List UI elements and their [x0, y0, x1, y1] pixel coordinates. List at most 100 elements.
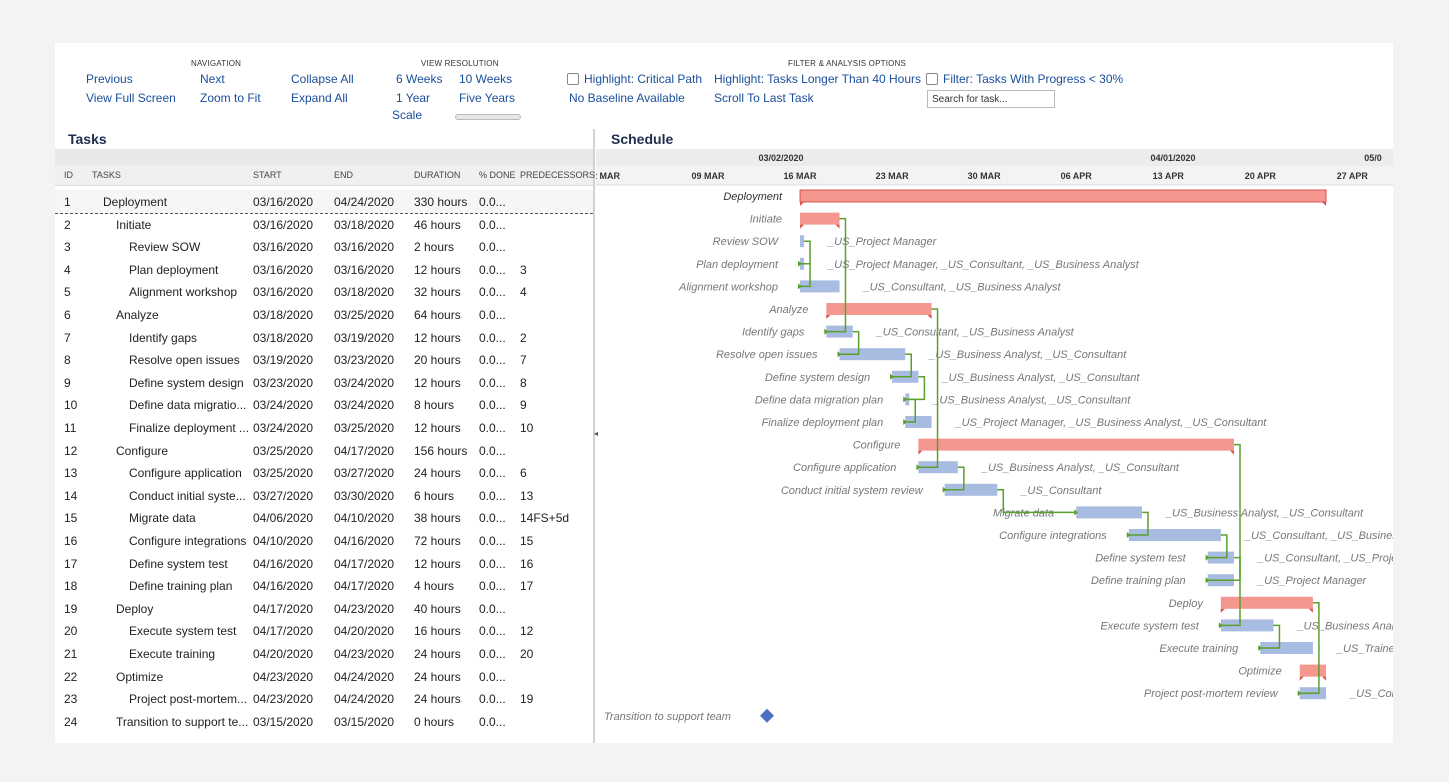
- checkbox-icon[interactable]: [926, 73, 938, 85]
- task-row[interactable]: 24 Transition to support te... 03/15/2020 0…: [55, 710, 593, 733]
- cell-done: 0.0...: [479, 647, 506, 661]
- cell-id: 19: [64, 601, 78, 616]
- bar-label: Identify gaps: [742, 327, 805, 339]
- summary-bar[interactable]: [799, 189, 1327, 203]
- summary-bar[interactable]: [1220, 596, 1313, 609]
- task-row[interactable]: 11 Finalize deployment ... 03/24/2020 03/25…: [55, 416, 593, 439]
- summary-bar[interactable]: [918, 438, 1234, 451]
- cell-task-name: Transition to support te...: [116, 714, 249, 729]
- summary-bar-start-marker: [1220, 608, 1225, 613]
- scale-label: Scale: [392, 108, 423, 122]
- summary-bar[interactable]: [826, 303, 932, 315]
- week-label: 06 APR: [1061, 171, 1093, 181]
- cell-task-name: Analyze: [116, 308, 159, 322]
- cell-predecessors: 12: [520, 624, 534, 639]
- task-row[interactable]: 17 Define system test 04/16/2020 04/17/2020…: [55, 552, 593, 575]
- cell-duration: 24 hours: [414, 647, 461, 661]
- task-row[interactable]: 13 Configure application 03/25/2020 03/27/2…: [55, 461, 593, 484]
- highlight-critical-path-toggle[interactable]: Highlight: Critical Path: [567, 72, 702, 86]
- task-row[interactable]: 18 Define training plan 04/16/2020 04/17/20…: [55, 574, 593, 597]
- cell-id: 21: [64, 647, 78, 661]
- cell-duration: 156 hours: [414, 443, 468, 458]
- task-row[interactable]: 16 Configure integrations 04/10/2020 04/16/…: [55, 529, 593, 552]
- resource-label: _US_Business Analyst, _US_C: [1296, 620, 1393, 632]
- task-row[interactable]: 14 Conduct initial syste... 03/27/2020 03/3…: [55, 484, 593, 507]
- task-row[interactable]: 23 Project post-mortem... 04/23/2020 04/24/…: [55, 687, 593, 710]
- gantt-chart: 03/02/2020 04/01/2020 05/0 2 MAR 09 MAR 16 MA…: [596, 149, 1393, 723]
- bar-label: Migrate data: [993, 507, 1054, 519]
- task-row[interactable]: 2 Initiate 03/16/2020 03/18/2020 46 hours 0.0…: [55, 213, 593, 236]
- gantt-app: NAVIGATION Previous Next Collapse All Vi…: [55, 43, 1393, 743]
- expand-all-button[interactable]: Expand All: [291, 91, 348, 105]
- bar-label: Review SOW: [713, 236, 780, 248]
- task-row[interactable]: 19 Deploy 04/17/2020 04/23/2020 40 hours 0.0.…: [55, 597, 593, 620]
- resource-label: _US_Consultant, _US_Project Manage: [1257, 553, 1393, 565]
- column-header-start[interactable]: START: [253, 170, 282, 180]
- scale-slider[interactable]: [455, 114, 521, 120]
- task-row[interactable]: 20 Execute system test 04/17/2020 04/20/202…: [55, 619, 593, 642]
- bar-label: Deploy: [1169, 598, 1205, 610]
- column-header-duration[interactable]: DURATION: [414, 170, 460, 180]
- column-header-done[interactable]: % DONE: [479, 170, 516, 180]
- six-weeks-button[interactable]: 6 Weeks: [396, 72, 442, 86]
- cell-start: 03/24/2020: [253, 421, 314, 435]
- search-task-input[interactable]: [927, 90, 1055, 108]
- column-header-tasks[interactable]: TASKS: [92, 170, 121, 180]
- summary-bar-end-marker: [1322, 202, 1327, 206]
- view-resolution-group-title: VIEW RESOLUTION: [421, 59, 499, 68]
- task-row[interactable]: 5 Alignment workshop 03/16/2020 03/18/2020 3…: [55, 280, 593, 303]
- ten-weeks-button[interactable]: 10 Weeks: [459, 72, 512, 86]
- scroll-to-last-task-button[interactable]: Scroll To Last Task: [714, 91, 814, 105]
- cell-id: 11: [64, 421, 77, 435]
- cell-task-name: Alignment workshop: [129, 285, 238, 300]
- cell-id: 3: [64, 240, 71, 255]
- five-years-button[interactable]: Five Years: [459, 91, 515, 105]
- task-row[interactable]: 12 Configure 03/25/2020 04/17/2020 156 hours…: [55, 439, 593, 462]
- cell-id: 17: [64, 556, 78, 571]
- column-header-end[interactable]: END: [334, 170, 353, 180]
- task-row[interactable]: 4 Plan deployment 03/16/2020 03/16/2020 12 h…: [55, 258, 593, 281]
- summary-bar[interactable]: [1299, 664, 1327, 677]
- cell-duration: 8 hours: [414, 398, 455, 413]
- task-row[interactable]: 7 Identify gaps 03/18/2020 03/19/2020 12 hou…: [55, 326, 593, 349]
- summary-bar-start-marker: [826, 315, 831, 319]
- month-label: 03/02/2020: [758, 153, 803, 163]
- task-row[interactable]: 15 Migrate data 04/06/2020 04/10/2020 38 hou…: [55, 506, 593, 529]
- task-row[interactable]: 21 Execute training 04/20/2020 04/23/2020 24…: [55, 642, 593, 665]
- task-row[interactable]: 6 Analyze 03/18/2020 03/25/2020 64 hours 0.0.…: [55, 303, 593, 326]
- cell-duration: 12 hours: [414, 262, 461, 277]
- summary-bar[interactable]: [800, 212, 840, 225]
- checkbox-icon[interactable]: [567, 73, 579, 85]
- cell-id: 13: [64, 466, 78, 481]
- cell-task-name: Configure: [116, 443, 169, 458]
- cell-done: 0.0...: [479, 692, 506, 707]
- task-row[interactable]: 8 Resolve open issues 03/19/2020 03/23/2020…: [55, 348, 593, 371]
- column-header-predecessors[interactable]: PREDECESSORS: [520, 170, 595, 180]
- task-row[interactable]: 1 Deployment 03/16/2020 04/24/2020 330 hours…: [55, 190, 593, 214]
- previous-button[interactable]: Previous: [86, 72, 133, 86]
- task-row[interactable]: 9 Define system design 03/23/2020 03/24/202…: [55, 371, 593, 394]
- task-row[interactable]: 10 Define data migratio... 03/24/2020 03/24…: [55, 393, 593, 416]
- next-button[interactable]: Next: [200, 72, 225, 86]
- milestone-diamond[interactable]: [760, 708, 774, 723]
- zoom-to-fit-button[interactable]: Zoom to Fit: [200, 91, 261, 105]
- bar-label: Project post-mortem review: [1144, 688, 1279, 700]
- filter-progress-toggle[interactable]: Filter: Tasks With Progress < 30%: [926, 72, 1123, 86]
- task-bar[interactable]: [1076, 506, 1142, 519]
- task-bar[interactable]: [800, 235, 805, 248]
- task-row[interactable]: 22 Optimize 04/23/2020 04/24/2020 24 hours 0.…: [55, 665, 593, 688]
- one-year-button[interactable]: 1 Year: [396, 91, 430, 105]
- bar-label: Execute training: [1159, 643, 1239, 655]
- highlight-longer-tasks-button[interactable]: Highlight: Tasks Longer Than 40 Hours: [714, 72, 921, 86]
- cell-end: 04/16/2020: [334, 534, 395, 548]
- cell-duration: 72 hours: [414, 534, 461, 548]
- view-full-screen-button[interactable]: View Full Screen: [86, 91, 176, 105]
- cell-id: 1: [64, 195, 71, 209]
- cell-duration: 2 hours: [414, 240, 455, 255]
- column-header-id[interactable]: ID: [64, 170, 73, 180]
- cell-task-name: Finalize deployment ...: [129, 421, 250, 435]
- task-row[interactable]: 3 Review SOW 03/16/2020 03/16/2020 2 hours 0.…: [55, 235, 593, 258]
- cell-id: 24: [64, 714, 78, 729]
- bar-label: Define training plan: [1091, 575, 1186, 587]
- collapse-all-button[interactable]: Collapse All: [291, 72, 354, 86]
